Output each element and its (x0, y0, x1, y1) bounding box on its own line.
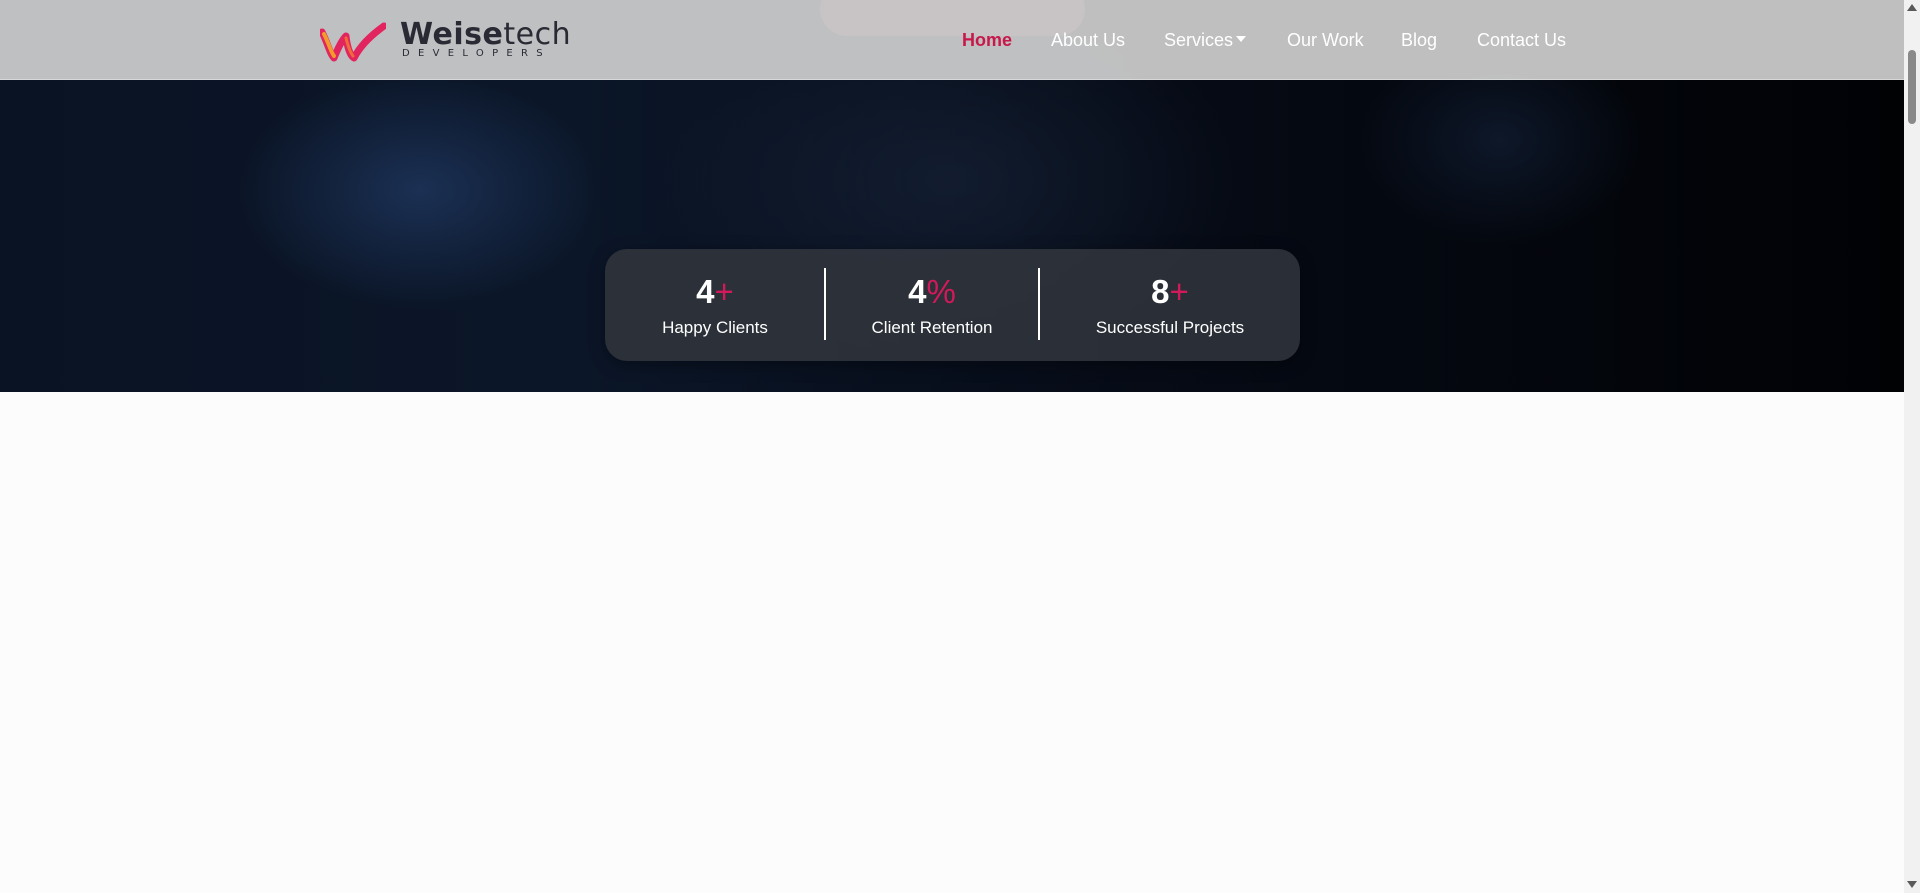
nav-item-services-label: Services (1164, 30, 1234, 50)
stat-label: Successful Projects (1095, 318, 1245, 337)
page: Weisetech DEVELOPERS Home About Us Servi… (0, 0, 1920, 893)
brand-tagline: DEVELOPERS (402, 48, 551, 59)
caret-down-icon (1236, 36, 1247, 42)
stat-value: 4+ (605, 273, 825, 311)
site-header: Weisetech DEVELOPERS Home About Us Servi… (0, 0, 1904, 80)
stat-happy-clients: 4+ Happy Clients (605, 249, 825, 361)
nav-item-contact-us[interactable]: Contact Us (1477, 28, 1566, 52)
stat-value: 4% (826, 273, 1038, 311)
scroll-down-arrow-icon[interactable] (1907, 881, 1917, 888)
stat-suffix: + (714, 273, 734, 310)
nav-item-services[interactable]: Services (1164, 28, 1247, 52)
brand-name-bold: Weise (400, 17, 504, 52)
stat-client-retention: 4% Client Retention (826, 249, 1038, 361)
stat-suffix: + (1169, 273, 1189, 310)
stat-number: 8 (1151, 273, 1170, 310)
stats-card: 4+ Happy Clients 4% Client Retention 8+ … (605, 249, 1300, 361)
nav-item-home[interactable]: Home (962, 28, 1012, 52)
stat-value: 8+ (1040, 273, 1300, 311)
brand-name-regular: tech (503, 17, 572, 52)
stat-label: Client Retention (871, 318, 993, 337)
nav-item-blog[interactable]: Blog (1401, 28, 1437, 52)
site-logo[interactable]: Weisetech DEVELOPERS (320, 18, 571, 62)
scrollbar-thumb[interactable] (1908, 50, 1916, 124)
scroll-up-arrow-icon[interactable] (1907, 4, 1917, 11)
vertical-scrollbar[interactable] (1904, 0, 1920, 893)
nav-item-our-work[interactable]: Our Work (1287, 28, 1364, 52)
stat-number: 4 (696, 273, 715, 310)
brand-name: Weisetech (400, 18, 571, 52)
stat-label: Happy Clients (662, 318, 768, 337)
stat-successful-projects: 8+ Successful Projects (1040, 249, 1300, 361)
stat-suffix: % (926, 273, 956, 310)
weisetech-logo-mark-icon (320, 22, 386, 62)
stat-number: 4 (908, 273, 927, 310)
nav-item-about-us[interactable]: About Us (1051, 28, 1125, 52)
